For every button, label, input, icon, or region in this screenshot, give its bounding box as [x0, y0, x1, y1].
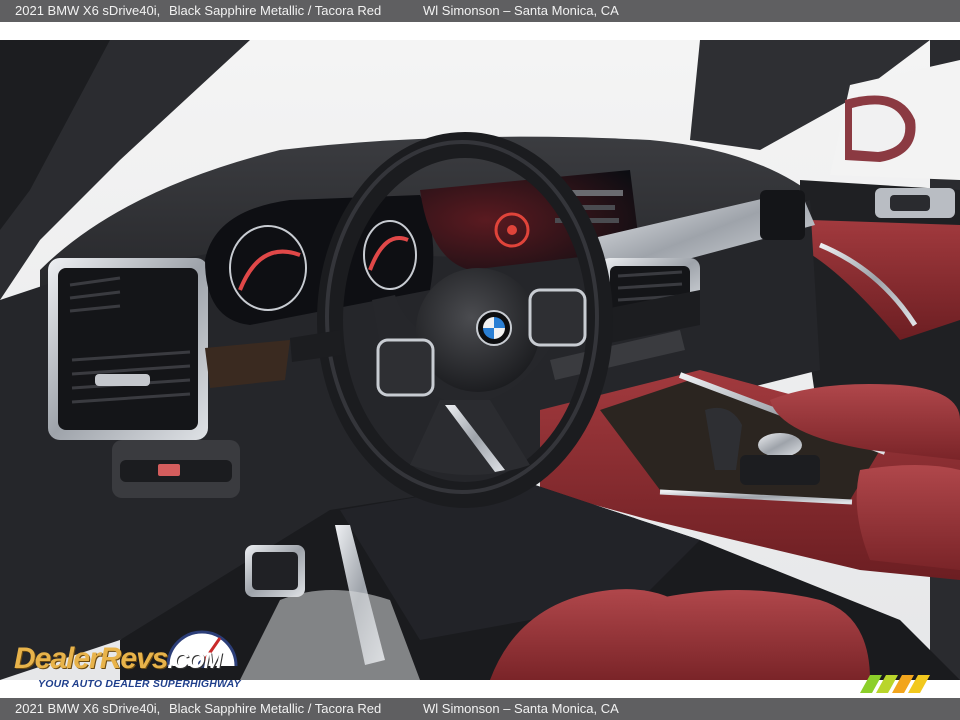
caption-bar-top: 2021 BMW X6 sDrive40i, Black Sapphire Me… — [0, 0, 960, 22]
vehicle-title: 2021 BMW X6 sDrive40i, — [15, 3, 161, 18]
vehicle-title: 2021 BMW X6 sDrive40i, — [15, 701, 161, 716]
dealerrevs-logo: DealerRevs.COM — [14, 642, 222, 675]
dealer-location: Wl Simonson – Santa Monica, CA — [423, 701, 619, 716]
vehicle-colors: Black Sapphire Metallic / Tacora Red — [169, 3, 382, 18]
interior-photo — [0, 40, 960, 680]
stripes-logo-icon — [860, 675, 930, 693]
caption-bar-bottom: 2021 BMW X6 sDrive40i, Black Sapphire Me… — [0, 698, 960, 720]
watermark-tagline: YOUR AUTO DEALER SUPERHIGHWAY — [38, 678, 241, 690]
dealer-location: Wl Simonson – Santa Monica, CA — [423, 3, 619, 18]
vehicle-colors: Black Sapphire Metallic / Tacora Red — [169, 701, 382, 716]
dealerrevs-watermark: DealerRevs.COM YOUR AUTO DEALER SUPERHIG… — [12, 622, 272, 694]
